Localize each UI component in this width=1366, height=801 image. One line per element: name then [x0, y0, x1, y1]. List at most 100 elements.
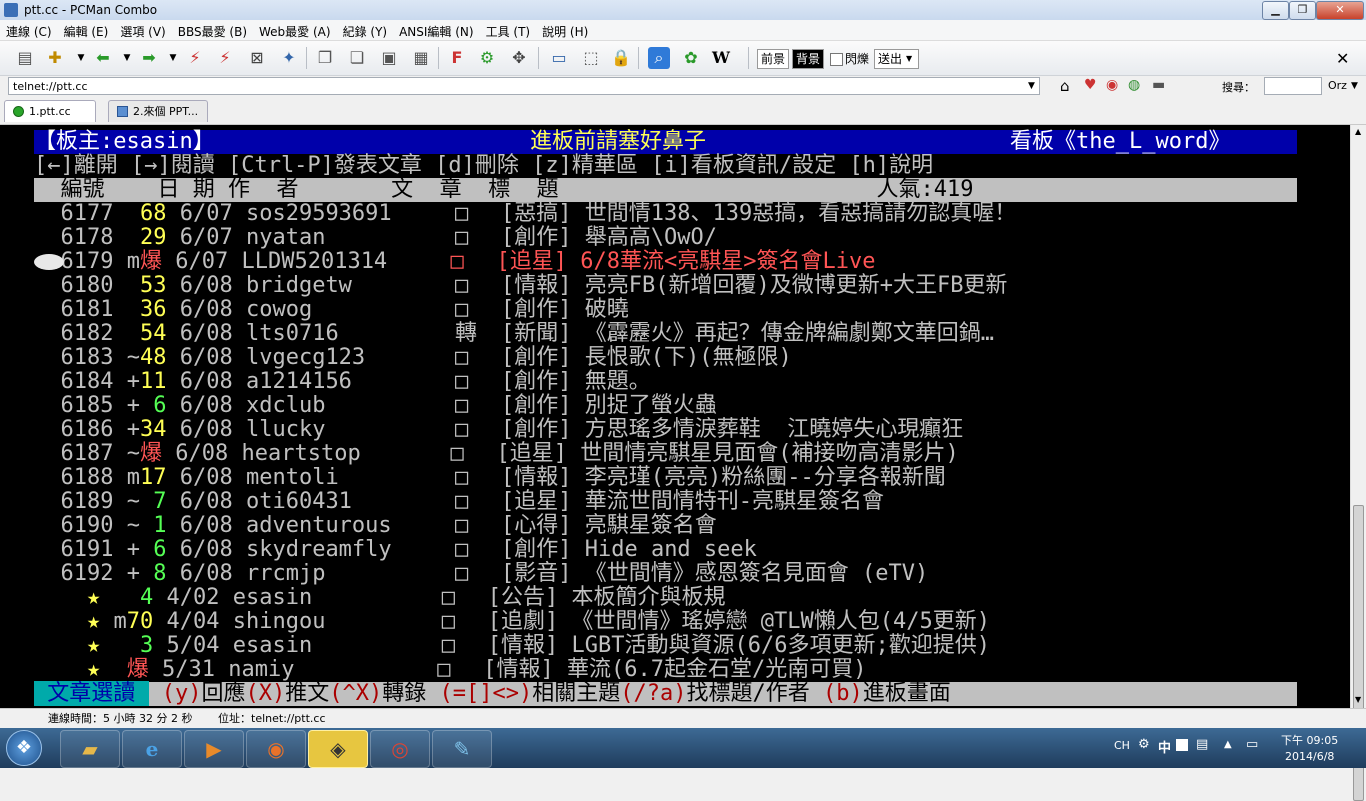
close-button[interactable]: ✕	[1316, 1, 1364, 20]
wikipedia-icon[interactable]: W	[710, 47, 732, 69]
paste-icon[interactable]: ❏	[346, 47, 368, 69]
tab-ppt[interactable]: 2.來個 PPT...	[108, 100, 208, 122]
search-engine-dropdown-icon[interactable]: ▼	[1351, 81, 1358, 91]
menu-web-favorites[interactable]: Web最愛 (A)	[253, 20, 337, 40]
article-row[interactable]: 6191 + 6 6/08 skydreamfly □ [創作] Hide and …	[34, 538, 757, 562]
background-color-button[interactable]: 背景	[792, 49, 825, 69]
paste-with-color-icon[interactable]: ▦	[410, 47, 432, 69]
article-row[interactable]: 6185 + 6 6/08 xdclub □ [創作] 別捉了螢火蟲	[34, 394, 717, 418]
pin-icon[interactable]: ✦	[278, 47, 300, 69]
article-author: heartstop	[241, 441, 361, 466]
search-engine-select[interactable]: Orz	[1328, 79, 1347, 92]
menu-options[interactable]: 選項 (V)	[114, 20, 171, 40]
send-dropdown-icon[interactable]: ▼	[906, 54, 912, 63]
globe-icon[interactable]: ◍	[1128, 77, 1140, 93]
lock-icon[interactable]: 🔒	[610, 47, 632, 69]
vertical-scrollbar[interactable]: ▲ ▼	[1350, 125, 1366, 801]
internet-explorer-icon[interactable]: e	[122, 730, 182, 768]
resize-icon[interactable]: ✥	[508, 47, 530, 69]
article-row[interactable]: 6188 m17 6/08 mentoli □ [情報] 李亮瑾(亮亮)粉絲團--分…	[34, 466, 946, 490]
forward-dropdown-icon[interactable]: ▼	[162, 47, 184, 69]
article-row[interactable]: 6190 ~ 1 6/08 adventurous □ [心得] 亮騏星簽名會	[34, 514, 717, 538]
article-row[interactable]: ★ m70 4/04 shingou □ [追劇] 《世間情》瑤婷戀 @TLW懶人包…	[34, 610, 990, 634]
article-row[interactable]: 6184 +11 6/08 a1214156 □ [創作] 無題。	[34, 370, 651, 394]
menu-help[interactable]: 說明 (H)	[536, 20, 594, 40]
article-row[interactable]: ★ 爆 5/31 namiy □ [情報] 華流(6.7起金石堂/光南可買)	[34, 657, 867, 682]
article-row[interactable]: 6180 53 6/08 bridgetw □ [情報] 亮亮FB(新增回覆)及微博…	[34, 274, 1008, 298]
copy-with-color-icon[interactable]: ▣	[378, 47, 400, 69]
network-icon[interactable]: ▭	[1246, 737, 1258, 752]
window-icon[interactable]: ▬	[1152, 77, 1165, 93]
menu-tools[interactable]: 工具 (T)	[480, 20, 537, 40]
article-row[interactable]: 6182 54 6/08 lts0716 轉 [新聞] 《霹靂火》再起？傳金牌編劇鄭…	[34, 322, 994, 346]
tab-ptt[interactable]: 1.ptt.cc	[4, 100, 96, 122]
article-row[interactable]: ★ 3 5/04 esasin □ [情報] LGBT活動與資源(6/6多項更新;歡…	[34, 634, 990, 658]
font-icon[interactable]: F	[446, 47, 468, 69]
home-icon[interactable]: ⌂	[1060, 77, 1070, 95]
search-input[interactable]	[1264, 77, 1322, 95]
file-explorer-icon[interactable]: ▰	[60, 730, 120, 768]
copy-icon[interactable]: ❐	[314, 47, 336, 69]
article-row[interactable]: 6187 ~爆 6/08 heartstop □ [追星] 世間情亮騏星見面會(補接…	[34, 442, 959, 466]
footer-mode-label: 文章選讀	[34, 681, 149, 706]
article-row[interactable]: 6192 + 8 6/08 rrcmjp □ [影音] 《世間情》感恩簽名見面會 (…	[34, 562, 929, 586]
article-row[interactable]: 6177 68 6/07 sos29593691 □ [惡搞] 世間情138、139…	[34, 202, 1017, 226]
firefox-icon[interactable]: ◉	[246, 730, 306, 768]
screen-icon[interactable]: ▭	[548, 47, 570, 69]
menu-ansi-edit[interactable]: ANSI編輯 (N)	[393, 20, 480, 40]
back-dropdown-icon[interactable]: ▼	[116, 47, 138, 69]
start-button[interactable]: ❖	[6, 730, 42, 766]
address-dropdown-icon[interactable]: ▼	[1028, 81, 1035, 91]
foreground-color-button[interactable]: 前景	[757, 49, 790, 69]
article-row[interactable]: 6186 +34 6/08 llucky □ [創作] 方思瑤多情淚葬鞋 江曉婷失心…	[34, 418, 964, 442]
article-row[interactable]: 6178 29 6/07 nyatan □ [創作] 舉高高\OwO/	[34, 226, 717, 250]
terminal-screen[interactable]: 【板主:esasin】 進板前請塞好鼻子 看板《the_L_word》 [←]離開 …	[0, 125, 1350, 708]
pcman-combo-icon[interactable]: ◈	[308, 730, 368, 768]
select-area-icon[interactable]: ⬚	[580, 47, 602, 69]
close-tab-icon[interactable]: ⊠	[246, 47, 268, 69]
menu-edit[interactable]: 編輯 (E)	[58, 20, 115, 40]
new-connection-icon[interactable]: ✚	[44, 47, 66, 69]
flower-icon[interactable]: ✿	[680, 47, 702, 69]
article-row[interactable]: 6183 ~48 6/08 lvgecg123 □ [創作] 長恨歌(下)(無極限)	[34, 346, 792, 370]
row-gap	[215, 657, 228, 682]
scroll-down-icon[interactable]: ▼	[1355, 695, 1361, 704]
article-row[interactable]: 6189 ~ 7 6/08 oti60431 □ [追星] 華流世間情特刊-亮騏星簽…	[34, 490, 884, 514]
language-indicator[interactable]: CH	[1114, 739, 1130, 752]
menu-bbs-favorites[interactable]: BBS最愛 (B)	[172, 20, 253, 40]
media-player-icon[interactable]: ▶	[184, 730, 244, 768]
address-input[interactable]: telnet://ptt.cc	[8, 77, 1040, 95]
search-icon[interactable]: ⌕	[648, 47, 670, 69]
article-row[interactable]: ★ 4 4/02 esasin □ [公告] 本板簡介與板規	[34, 586, 726, 610]
maximize-button[interactable]: ❐	[1289, 1, 1316, 20]
ime-width-icon[interactable]	[1176, 739, 1188, 751]
address-book-icon[interactable]: ▤	[14, 47, 36, 69]
send-button[interactable]: 送出	[874, 49, 920, 69]
article-flag	[127, 321, 140, 346]
show-hidden-icons-icon[interactable]: ▲	[1224, 739, 1232, 750]
ime-menu-icon[interactable]: ▤	[1196, 737, 1208, 752]
close-toolbar-icon[interactable]: ✕	[1336, 49, 1349, 68]
menu-log[interactable]: 紀錄 (Y)	[337, 20, 394, 40]
clock-date[interactable]: 2014/6/8	[1285, 750, 1334, 763]
reconnect-icon[interactable]: ⚡	[214, 47, 236, 69]
back-icon[interactable]: ⬅	[92, 47, 114, 69]
minimize-button[interactable]: ▁	[1262, 1, 1289, 20]
article-row[interactable]: 6179 m爆 6/07 LLDW5201314 □ [追星] 6/8華流<亮騏星>…	[34, 250, 875, 274]
clock-time[interactable]: 下午 09:05	[1281, 732, 1338, 748]
scroll-up-icon[interactable]: ▲	[1355, 127, 1361, 136]
menu-connection[interactable]: 連線 (C)	[0, 20, 58, 40]
ime-settings-icon[interactable]: ⚙	[1138, 737, 1150, 752]
ime-mode[interactable]: 中	[1158, 737, 1171, 756]
record-icon[interactable]: ◉	[1106, 77, 1118, 93]
article-category: [心得]	[500, 513, 572, 538]
article-row[interactable]: 6181 36 6/08 cowog □ [創作] 破曉	[34, 298, 629, 322]
chrome-icon[interactable]: ◎	[370, 730, 430, 768]
disconnect-icon[interactable]: ⚡	[184, 47, 206, 69]
favorites-icon[interactable]: ♥	[1084, 77, 1097, 93]
new-dropdown-icon[interactable]: ▼	[70, 47, 92, 69]
settings-gear-icon[interactable]: ⚙	[476, 47, 498, 69]
forward-icon[interactable]: ➡	[138, 47, 160, 69]
paint-icon[interactable]: ✎	[432, 730, 492, 768]
blink-checkbox[interactable]	[830, 53, 843, 66]
